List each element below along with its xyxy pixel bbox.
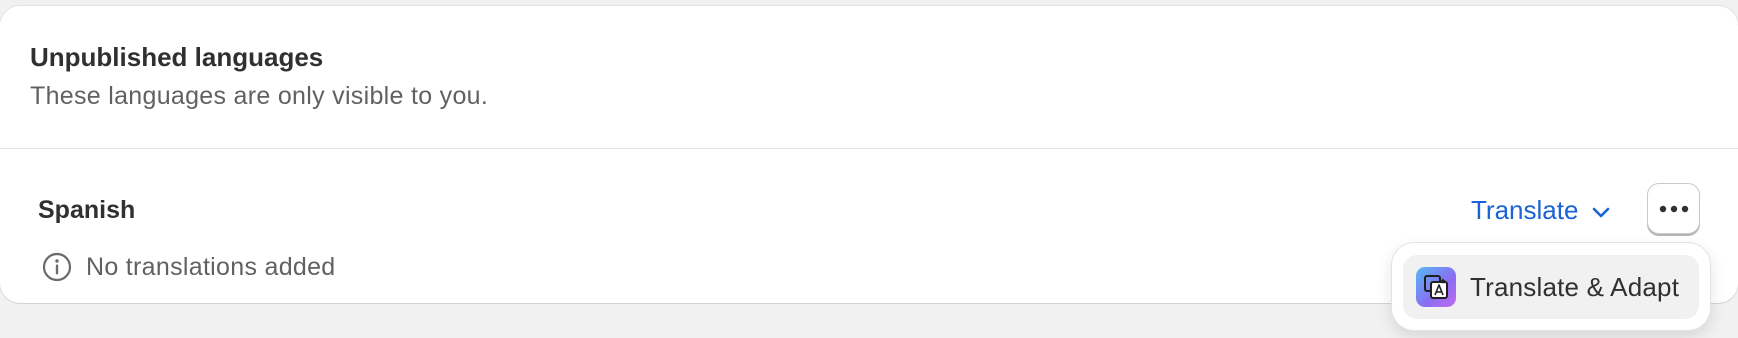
info-icon xyxy=(42,252,72,282)
translate-button[interactable]: Translate xyxy=(1471,192,1612,228)
card-header: Unpublished languages These languages ar… xyxy=(30,40,488,112)
section-title: Unpublished languages xyxy=(30,42,324,72)
language-name: Spanish xyxy=(38,196,136,224)
menu-item-label: Translate & Adapt xyxy=(1470,272,1680,302)
chevron-down-icon xyxy=(1593,207,1610,218)
actions-popover: Translate & Adapt xyxy=(1392,243,1710,330)
section-subtitle: These languages are only visible to you. xyxy=(30,82,489,110)
translation-status: No translations added xyxy=(42,250,336,284)
translate-adapt-app-icon xyxy=(1416,267,1456,307)
divider xyxy=(0,148,1738,149)
status-text: No translations added xyxy=(86,253,336,281)
menu-item-translate-adapt[interactable]: Translate & Adapt xyxy=(1403,255,1699,319)
more-horizontal-icon xyxy=(1659,205,1688,212)
more-actions-button[interactable] xyxy=(1647,183,1700,234)
translate-button-label: Translate xyxy=(1471,195,1579,225)
